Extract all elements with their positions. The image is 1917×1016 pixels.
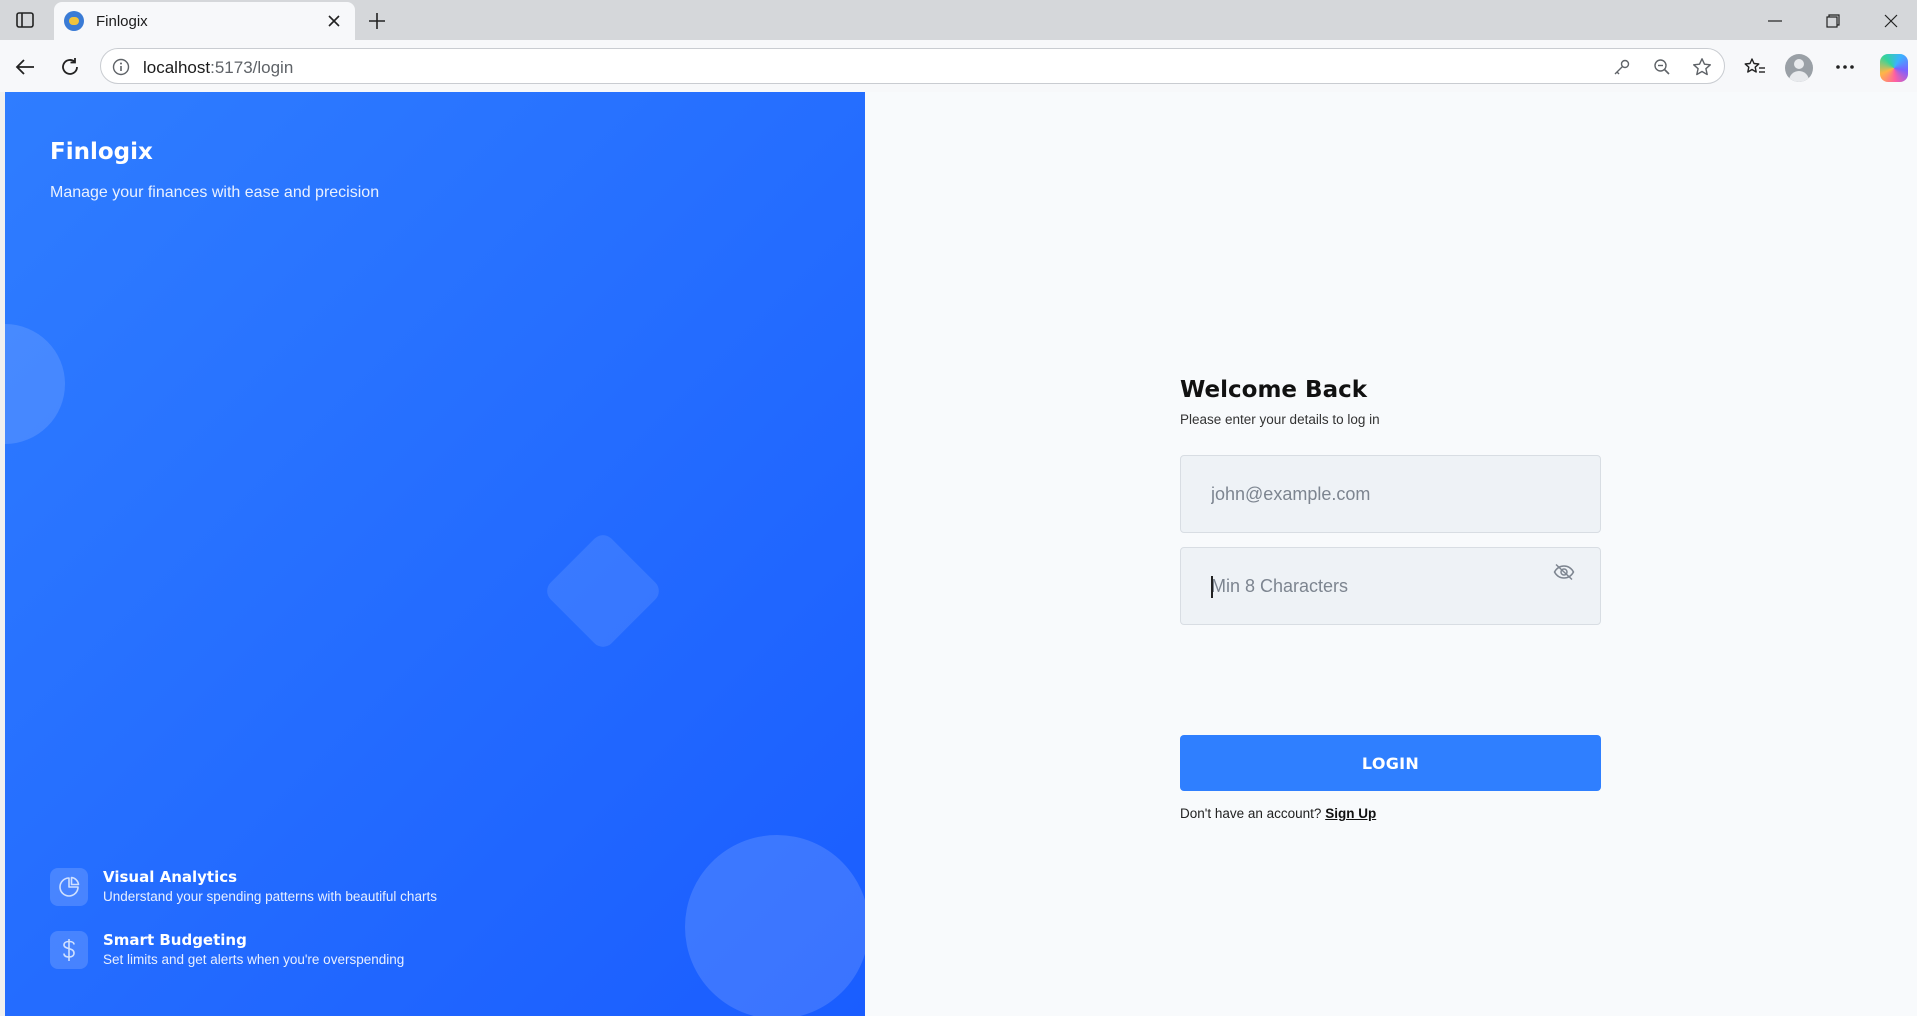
feature-description: Understand your spending patterns with b… <box>103 889 437 904</box>
key-icon[interactable] <box>1611 56 1633 78</box>
back-arrow-icon[interactable] <box>10 52 40 82</box>
form-subtitle: Please enter your details to log in <box>1180 412 1380 427</box>
login-form: Welcome Back Please enter your details t… <box>1180 375 1601 821</box>
url-host: localhost <box>143 58 211 77</box>
favorites-list-icon[interactable] <box>1741 53 1769 81</box>
copilot-icon[interactable] <box>1880 54 1908 82</box>
browser-tab[interactable]: Finlogix <box>54 2 355 40</box>
login-page: Finlogix Manage your finances with ease … <box>5 92 1917 1016</box>
email-field[interactable] <box>1180 455 1601 533</box>
decorative-diamond <box>542 530 664 652</box>
feature-visual-analytics: Visual Analytics Understand your spendin… <box>50 867 437 907</box>
restore-icon[interactable] <box>1813 8 1853 34</box>
brand-logo-text: Finlogix <box>50 139 153 165</box>
sidebar-toggle-icon[interactable] <box>14 10 36 30</box>
brand-panel: Finlogix Manage your finances with ease … <box>5 92 865 1016</box>
brand-tagline: Manage your finances with ease and preci… <box>50 184 380 201</box>
url-bar[interactable]: localhost:5173/login <box>100 48 1725 84</box>
form-title: Welcome Back <box>1180 377 1368 403</box>
password-field[interactable] <box>1180 547 1601 625</box>
reload-icon[interactable] <box>55 52 85 82</box>
signup-link[interactable]: Sign Up <box>1325 806 1376 821</box>
decorative-circle <box>5 324 65 444</box>
minimize-icon[interactable] <box>1755 8 1795 34</box>
favorite-star-icon[interactable] <box>1691 56 1713 78</box>
signup-row: Don't have an account? Sign Up <box>1180 806 1376 821</box>
login-button[interactable]: LOGIN <box>1180 735 1601 791</box>
new-tab-icon[interactable] <box>364 8 390 34</box>
email-input[interactable] <box>1181 456 1600 532</box>
feature-smart-budgeting: Smart Budgeting Set limits and get alert… <box>50 930 404 970</box>
address-bar-row: localhost:5173/login <box>0 40 1917 92</box>
dollar-icon <box>50 931 88 969</box>
feature-title: Visual Analytics <box>103 868 238 886</box>
more-options-icon[interactable] <box>1831 53 1859 81</box>
decorative-circle <box>685 835 865 1016</box>
zoom-out-icon[interactable] <box>1651 56 1673 78</box>
tab-title: Finlogix <box>96 13 148 30</box>
feature-description: Set limits and get alerts when you're ov… <box>103 952 405 967</box>
feature-title: Smart Budgeting <box>103 931 247 949</box>
browser-tab-bar: Finlogix <box>0 0 1917 40</box>
password-input[interactable] <box>1181 548 1600 624</box>
close-window-icon[interactable] <box>1871 8 1911 34</box>
signup-prompt: Don't have an account? <box>1180 806 1322 821</box>
site-info-icon[interactable] <box>111 57 131 77</box>
pie-chart-icon <box>50 868 88 906</box>
close-tab-icon[interactable] <box>323 10 345 32</box>
url-path: :5173/login <box>210 58 294 77</box>
profile-avatar[interactable] <box>1785 54 1813 82</box>
url-text: localhost:5173/login <box>143 58 293 78</box>
eye-off-icon[interactable] <box>1552 560 1576 584</box>
finlogix-favicon-icon <box>64 11 84 31</box>
text-caret <box>1211 576 1213 598</box>
